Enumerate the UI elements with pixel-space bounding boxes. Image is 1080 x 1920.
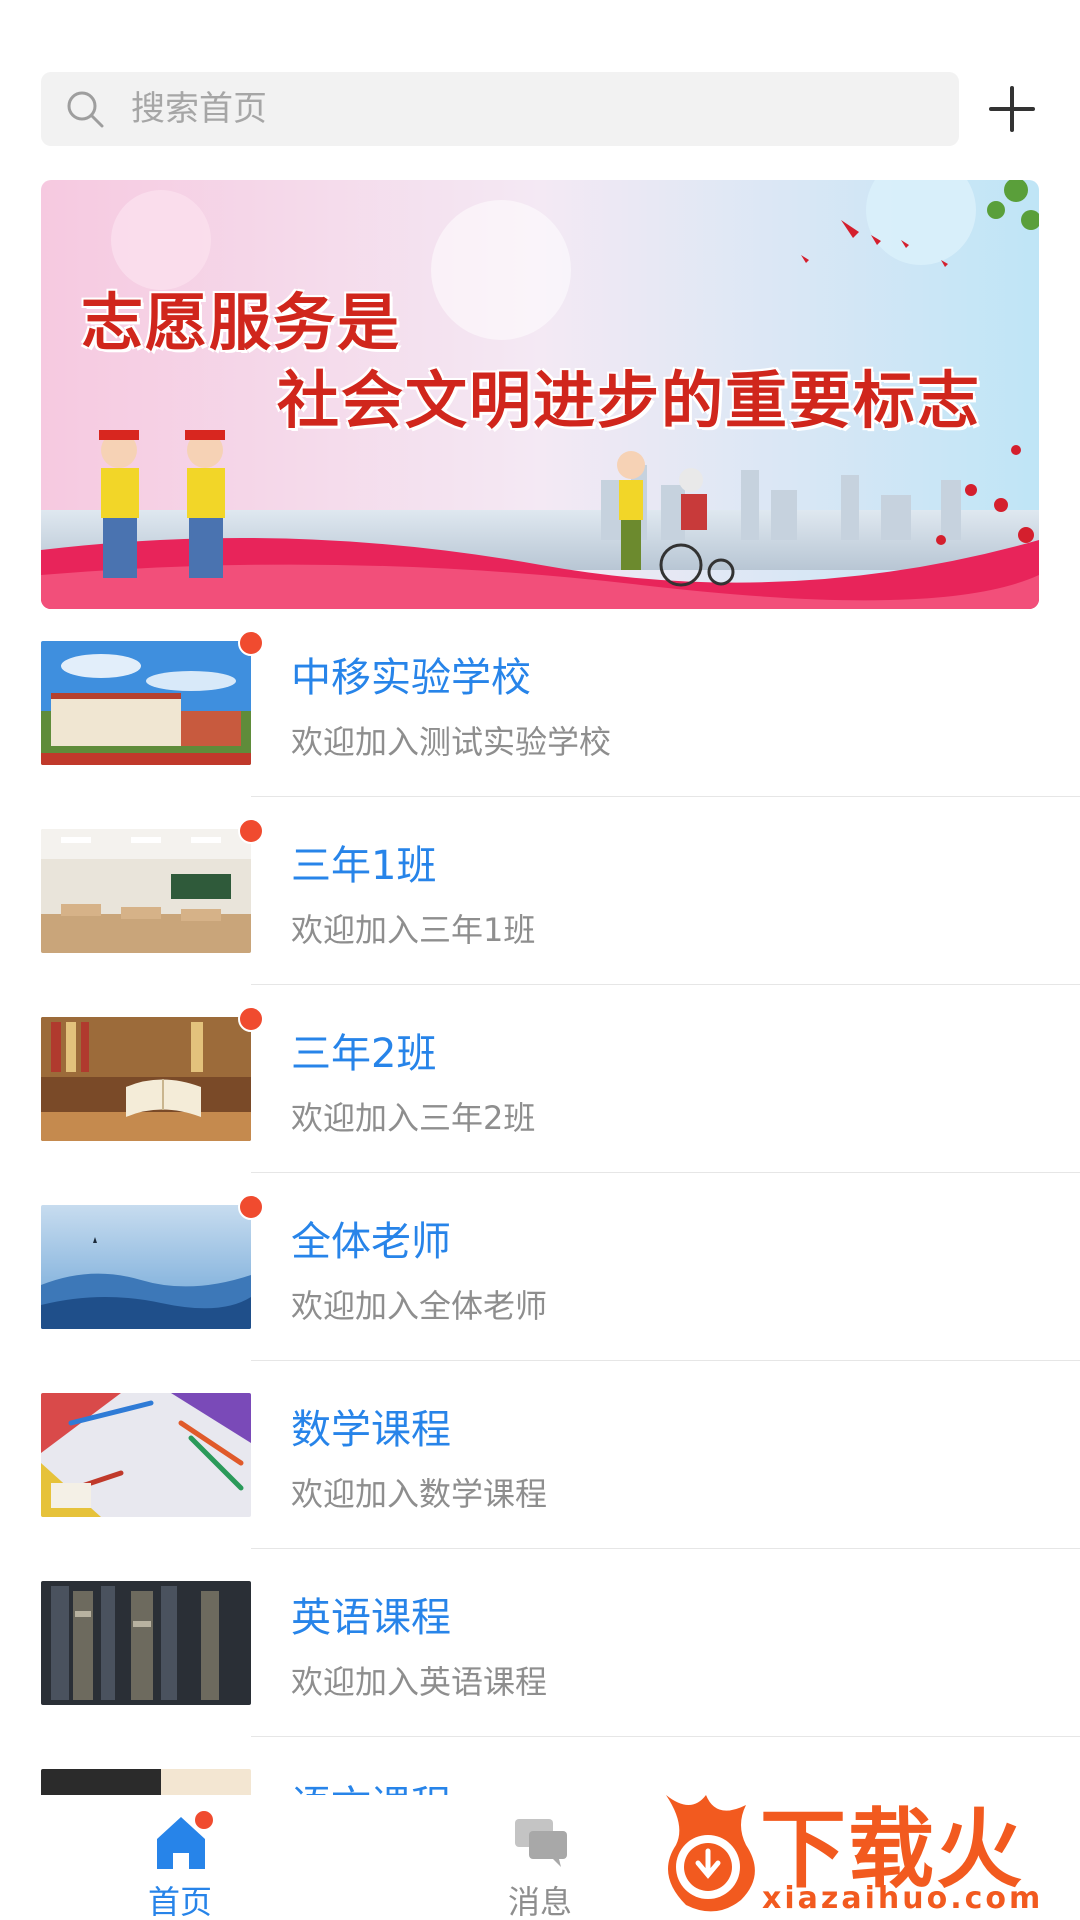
search-placeholder: 搜索首页 (131, 89, 267, 129)
list-item[interactable]: 中移实验学校 欢迎加入测试实验学校 (0, 609, 1080, 797)
search-icon (67, 91, 104, 128)
watermark-url: xiazaihuo.com (762, 1881, 1044, 1916)
group-thumbnail-school (41, 641, 251, 765)
group-subtitle: 欢迎加入三年1班 (291, 911, 536, 949)
unread-dot (238, 818, 264, 844)
chat-icon (515, 1819, 567, 1867)
tab-home[interactable]: 首页 (80, 1795, 280, 1920)
group-subtitle: 欢迎加入测试实验学校 (291, 723, 612, 761)
add-icon[interactable] (987, 84, 1037, 134)
group-thumbnail-mountains (41, 1205, 251, 1329)
banner-headline-1: 志愿服务是 (81, 286, 402, 359)
search-row: 搜索首页 (41, 72, 1047, 146)
unread-dot (238, 630, 264, 656)
group-subtitle: 欢迎加入三年2班 (291, 1099, 536, 1137)
group-subtitle: 欢迎加入英语课程 (291, 1663, 548, 1701)
unread-dot (238, 1006, 264, 1032)
group-title: 中移实验学校 (291, 655, 531, 701)
group-thumbnail-books (41, 1017, 251, 1141)
group-subtitle: 欢迎加入数学课程 (291, 1475, 548, 1513)
list-item[interactable]: 数学课程 欢迎加入数学课程 (0, 1361, 1080, 1549)
unread-dot (193, 1809, 215, 1831)
group-subtitle: 欢迎加入全体老师 (291, 1287, 548, 1325)
search-input[interactable]: 搜索首页 (41, 72, 959, 146)
tab-messages-label: 消息 (507, 1883, 572, 1920)
group-title: 全体老师 (291, 1219, 451, 1265)
tab-home-label: 首页 (147, 1883, 212, 1920)
tab-messages[interactable]: 消息 (440, 1795, 640, 1920)
group-title: 三年2班 (291, 1031, 437, 1077)
flame-logo-icon (666, 1795, 755, 1912)
list-item[interactable]: 三年2班 欢迎加入三年2班 (0, 985, 1080, 1173)
group-thumbnail-classroom (41, 829, 251, 953)
list-item[interactable]: 英语课程 欢迎加入英语课程 (0, 1549, 1080, 1737)
group-thumbnail-pencils (41, 1393, 251, 1517)
group-title: 数学课程 (291, 1407, 451, 1453)
group-list: 中移实验学校 欢迎加入测试实验学校 三年1班 欢迎加入三年1班 三年2班 欢迎加… (0, 609, 1080, 1920)
list-item[interactable]: 全体老师 欢迎加入全体老师 (0, 1173, 1080, 1361)
list-item[interactable]: 三年1班 欢迎加入三年1班 (0, 797, 1080, 985)
group-title: 英语课程 (291, 1595, 451, 1641)
banner-headline-2: 社会文明进步的重要标志 (277, 364, 982, 437)
unread-dot (238, 1194, 264, 1220)
watermark: 下载火 xiazaihuo.com (640, 1775, 1080, 1920)
group-thumbnail-bookshelf (41, 1581, 251, 1705)
group-title: 三年1班 (291, 843, 437, 889)
banner[interactable]: 志愿服务是 社会文明进步的重要标志 (41, 180, 1039, 609)
